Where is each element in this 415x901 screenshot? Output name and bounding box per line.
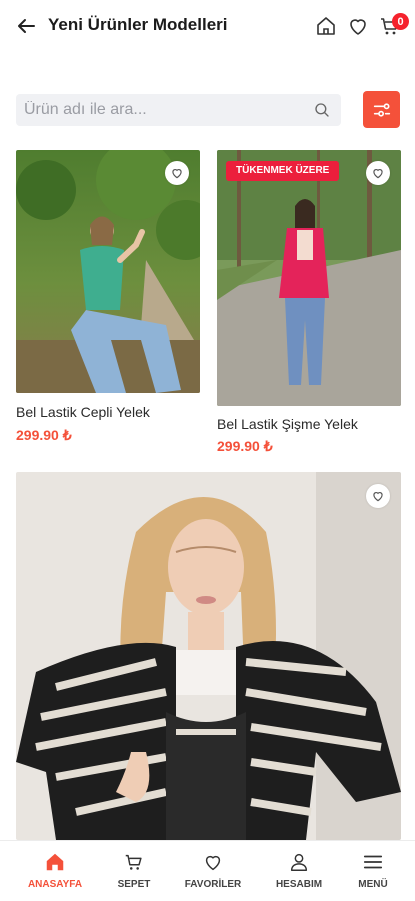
favorite-button[interactable]: [366, 161, 390, 185]
product-price: 299.90 ₺: [217, 438, 273, 454]
product-name[interactable]: Bel Lastik Cepli Yelek: [16, 404, 150, 420]
nav-item-account[interactable]: HESABIM: [259, 851, 339, 897]
heart-icon: [373, 169, 383, 179]
page-title: Yeni Ürünler Modelleri: [48, 15, 228, 34]
app-header: Yeni Ürünler Modelleri 0: [0, 0, 415, 52]
stock-badge: TÜKENMEK ÜZERE: [226, 161, 340, 181]
home-icon[interactable]: [314, 14, 338, 38]
nav-item-home[interactable]: ANASAYFA: [15, 851, 95, 897]
product-image[interactable]: [16, 150, 200, 393]
bottom-navigation: ANASAYFA SEPET FAVORİLER HESABIM MENÜ: [0, 840, 415, 901]
nav-item-cart[interactable]: SEPET: [94, 851, 174, 897]
back-arrow-icon[interactable]: [14, 14, 38, 38]
filter-button[interactable]: [363, 91, 400, 128]
search-icon[interactable]: [313, 101, 331, 119]
nav-label: SEPET: [117, 879, 151, 890]
nav-label: MENÜ: [358, 879, 388, 890]
heart-icon: [373, 492, 383, 502]
cart-icon: [125, 854, 142, 870]
product-name[interactable]: Bel Lastik Şişme Yelek: [217, 416, 358, 432]
favorite-button[interactable]: [366, 484, 390, 508]
user-icon: [290, 853, 308, 871]
cart-count-badge: 0: [392, 13, 409, 30]
heart-icon: [172, 169, 182, 179]
nav-label: ANASAYFA: [27, 879, 83, 890]
search-input[interactable]: [22, 94, 306, 126]
heart-icon: [205, 855, 221, 871]
product-image[interactable]: [217, 150, 401, 406]
favorite-button[interactable]: [165, 161, 189, 185]
nav-label: HESABIM: [275, 879, 323, 890]
heart-icon[interactable]: [346, 14, 370, 38]
nav-item-menu[interactable]: MENÜ: [333, 851, 413, 897]
filter-icon: [373, 102, 390, 117]
product-price: 299.90 ₺: [16, 427, 72, 443]
product-image[interactable]: [16, 472, 401, 840]
search-bar: [16, 94, 341, 126]
nav-item-favorites[interactable]: FAVORİLER: [173, 851, 253, 897]
home-icon: [46, 853, 64, 871]
menu-icon: [363, 855, 383, 869]
nav-label: FAVORİLER: [184, 879, 242, 890]
